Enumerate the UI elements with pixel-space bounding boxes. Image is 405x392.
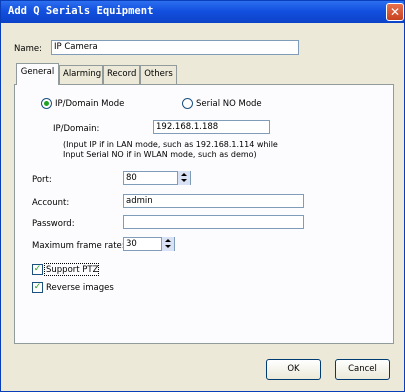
ok-button-label: OK <box>287 364 300 374</box>
frame-rate-label: Maximum frame rate: <box>32 241 125 251</box>
close-button[interactable]: ✕ <box>386 3 404 21</box>
title-bar[interactable]: Add Q Serials Equipment ✕ <box>1 1 404 23</box>
cancel-button-label: Cancel <box>348 364 377 374</box>
ip-domain-mode-label: IP/Domain Mode <box>55 99 125 109</box>
account-input[interactable]: admin <box>123 194 304 208</box>
serial-no-mode-radio[interactable] <box>182 98 193 109</box>
password-label: Password: <box>32 219 75 229</box>
checkmark-icon: ✓ <box>33 264 42 274</box>
ip-domain-label: IP/Domain: <box>53 124 100 134</box>
tab-others-label: Others <box>144 69 173 79</box>
tab-alarming-label: Alarming <box>63 69 102 79</box>
frame-rate-spinner[interactable] <box>161 237 174 251</box>
ip-domain-value: 192.168.1.188 <box>156 122 219 132</box>
dialog-title: Add Q Serials Equipment <box>8 5 154 17</box>
tab-alarming[interactable]: Alarming <box>59 65 103 84</box>
port-label: Port: <box>32 175 52 185</box>
ip-hint-line-2: Input Serial NO if in WLAN mode, such as… <box>63 150 257 159</box>
tab-general-label: General <box>20 67 55 77</box>
tab-others[interactable]: Others <box>140 65 177 84</box>
name-input[interactable]: IP Camera <box>51 40 299 55</box>
spin-down-icon <box>181 179 187 182</box>
checkmark-icon: ✓ <box>33 282 42 292</box>
frame-rate-value: 30 <box>126 239 137 249</box>
support-ptz-checkbox[interactable]: ✓ <box>32 264 43 275</box>
tab-record-label: Record <box>107 69 137 79</box>
ip-hint-line-1: (Input IP if in LAN mode, such as 192.16… <box>63 140 278 149</box>
port-spinner[interactable] <box>177 171 190 185</box>
ok-button[interactable]: OK <box>266 359 321 380</box>
account-label: Account: <box>32 198 70 208</box>
password-input[interactable] <box>123 215 304 229</box>
reverse-images-label: Reverse images <box>46 283 114 293</box>
tab-general[interactable]: General <box>16 63 59 85</box>
radio-selected-dot <box>44 101 49 106</box>
spin-down-icon <box>165 245 171 248</box>
port-value: 80 <box>126 173 137 183</box>
spin-up-icon <box>181 173 187 176</box>
support-ptz-label: Support PTZ <box>46 265 99 275</box>
name-value: IP Camera <box>54 42 98 52</box>
serial-no-mode-label: Serial NO Mode <box>196 99 262 109</box>
spin-up-icon <box>165 239 171 242</box>
reverse-images-checkbox[interactable]: ✓ <box>32 282 43 293</box>
dialog-window: Add Q Serials Equipment ✕ Name: IP Camer… <box>0 0 405 392</box>
cancel-button[interactable]: Cancel <box>335 359 390 380</box>
name-label: Name: <box>14 44 42 54</box>
ip-domain-input[interactable]: 192.168.1.188 <box>153 120 270 134</box>
ip-domain-mode-radio[interactable] <box>41 98 52 109</box>
account-value: admin <box>126 196 153 206</box>
tab-record[interactable]: Record <box>103 65 140 84</box>
close-icon: ✕ <box>389 5 401 19</box>
